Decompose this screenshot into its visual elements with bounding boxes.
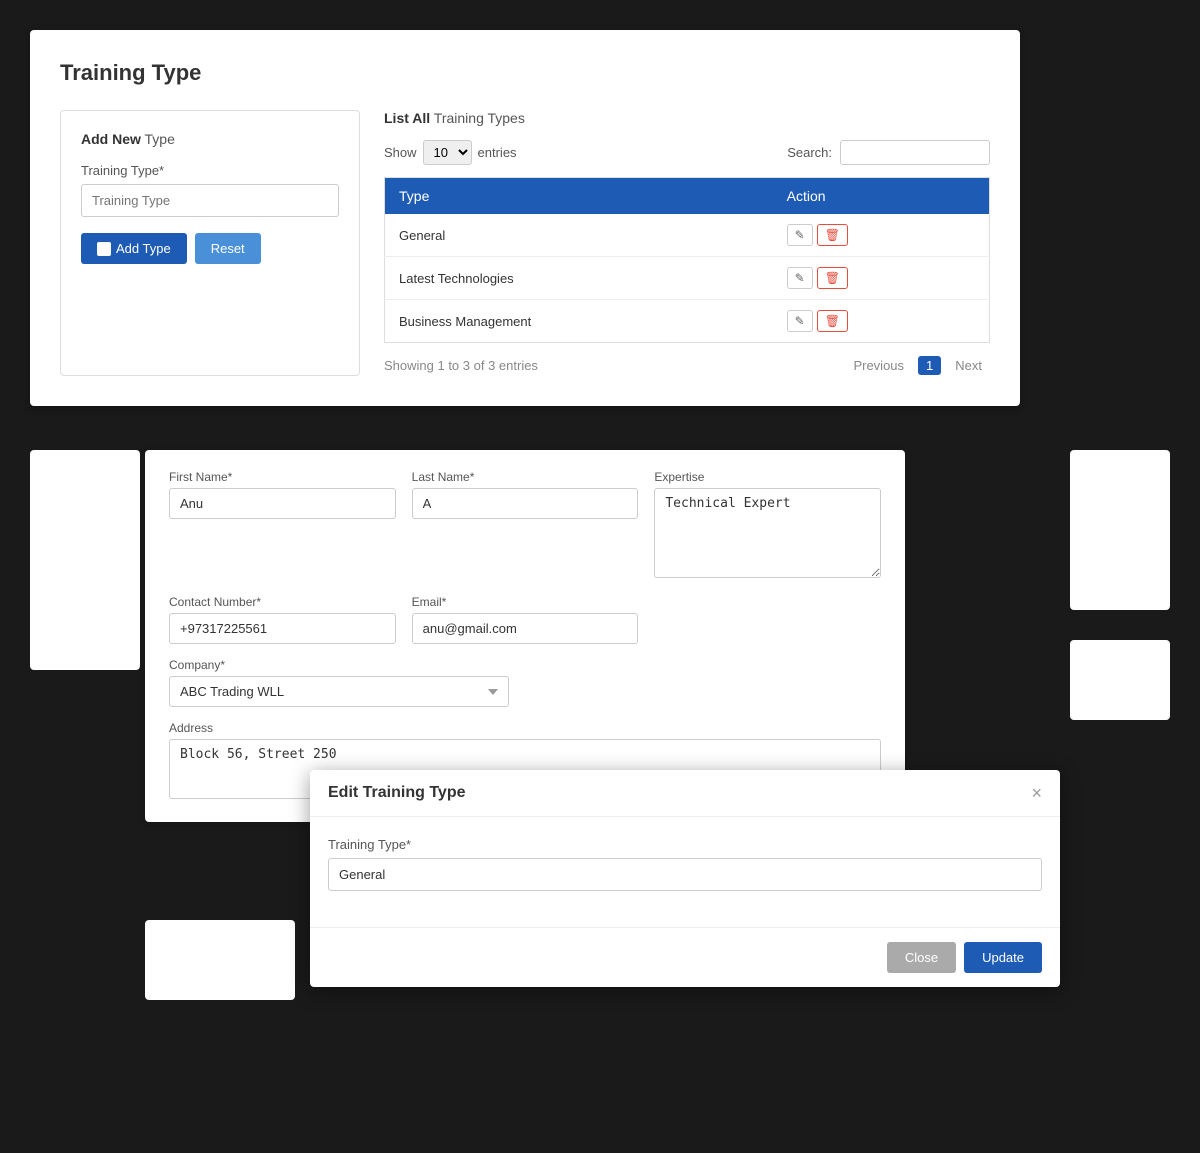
type-cell: Business Management [385,300,773,343]
expertise-label: Expertise [654,470,881,484]
modal-body: Training Type* [310,817,1060,927]
contact-col: Contact Number* [169,595,396,644]
page-title: Training Type [60,60,990,86]
type-cell: Latest Technologies [385,257,773,300]
action-cell: ✎ 🗑 [773,257,990,300]
add-new-header: Add New Type [81,131,339,147]
first-name-label: First Name* [169,470,396,484]
entries-select[interactable]: 10 [423,140,472,165]
edit-button[interactable]: ✎ [787,310,813,332]
entries-label: entries [478,145,517,160]
training-type-input[interactable] [81,184,339,217]
white-bottom-left-overlay [145,920,295,1000]
search-input[interactable] [840,140,990,165]
last-name-label: Last Name* [412,470,639,484]
white-right-top-overlay [1070,450,1170,610]
type-cell: General [385,214,773,257]
company-row: Company* ABC Trading WLL [169,658,881,707]
update-button[interactable]: Update [964,942,1042,973]
showing-text: Showing 1 to 3 of 3 entries [384,358,538,373]
main-panel: Training Type Add New Type Training Type… [30,30,1020,406]
col-type: Type [385,178,773,215]
table-controls: Show 10 entries Search: [384,140,990,165]
email-input[interactable] [412,613,639,644]
delete-button[interactable]: 🗑 [817,267,848,289]
table-footer: Showing 1 to 3 of 3 entries Previous 1 N… [384,355,990,376]
add-new-bold: Add New [81,131,141,147]
table-row: Latest Technologies ✎ 🗑 [385,257,990,300]
contact-label: Contact Number* [169,595,396,609]
list-rest: Training Types [434,110,525,126]
table-header-row: Type Action [385,178,990,215]
training-type-label: Training Type* [81,163,339,178]
contact-input[interactable] [169,613,396,644]
company-select[interactable]: ABC Trading WLL [169,676,509,707]
add-new-section: Add New Type Training Type* Add Type Res… [60,110,360,376]
first-name-col: First Name* [169,470,396,581]
last-name-input[interactable] [412,488,639,519]
training-type-group: Training Type* [81,163,339,217]
pagination: Previous 1 Next [845,355,990,376]
list-section: List All Training Types Show 10 entries … [384,110,990,376]
contact-email-row: Contact Number* Email* [169,595,881,644]
add-type-button[interactable]: Add Type [81,233,187,264]
add-new-rest: Type [145,131,175,147]
modal-footer: Close Update [310,927,1060,987]
list-header: List All Training Types [384,110,990,126]
name-expertise-row: First Name* Last Name* Expertise [169,470,881,581]
action-cell: ✎ 🗑 [773,300,990,343]
delete-button[interactable]: 🗑 [817,224,848,246]
edit-button[interactable]: ✎ [787,267,813,289]
search-box: Search: [787,140,990,165]
table-row: Business Management ✎ 🗑 [385,300,990,343]
table-row: General ✎ 🗑 [385,214,990,257]
search-label: Search: [787,145,832,160]
company-label: Company* [169,658,509,672]
bg-form-panel: First Name* Last Name* Expertise Contact… [145,450,905,822]
delete-button[interactable]: 🗑 [817,310,848,332]
reset-button[interactable]: Reset [195,233,261,264]
previous-btn[interactable]: Previous [845,355,912,376]
show-entries: Show 10 entries [384,140,517,165]
expertise-textarea[interactable] [654,488,881,578]
edit-button[interactable]: ✎ [787,224,813,246]
last-name-col: Last Name* [412,470,639,581]
col-action: Action [773,178,990,215]
modal-header: Edit Training Type × [310,770,1060,817]
next-btn[interactable]: Next [947,355,990,376]
edit-training-type-input[interactable] [328,858,1042,891]
action-buttons: ✎ 🗑 [787,267,975,289]
company-col: Company* ABC Trading WLL [169,658,509,707]
first-name-input[interactable] [169,488,396,519]
action-buttons: ✎ 🗑 [787,224,975,246]
page-1-btn[interactable]: 1 [918,356,941,375]
edit-training-type-label: Training Type* [328,837,1042,852]
white-right-bottom-overlay [1070,640,1170,720]
add-type-label: Add Type [116,241,171,256]
check-icon [97,242,111,256]
email-label: Email* [412,595,639,609]
list-bold: List All [384,110,430,126]
action-buttons: ✎ 🗑 [787,310,975,332]
action-cell: ✎ 🗑 [773,214,990,257]
modal-close-button[interactable]: × [1031,784,1042,802]
show-label: Show [384,145,417,160]
modal-title: Edit Training Type [328,784,466,802]
white-left-overlay [30,450,140,670]
add-form-buttons: Add Type Reset [81,233,339,264]
expertise-col: Expertise [654,470,881,581]
panel-body: Add New Type Training Type* Add Type Res… [60,110,990,376]
close-button[interactable]: Close [887,942,956,973]
address-label: Address [169,721,881,735]
edit-modal: Edit Training Type × Training Type* Clos… [310,770,1060,987]
edit-training-type-group: Training Type* [328,837,1042,891]
data-table: Type Action General ✎ 🗑 Latest Technolog… [384,177,990,343]
email-col: Email* [412,595,639,644]
